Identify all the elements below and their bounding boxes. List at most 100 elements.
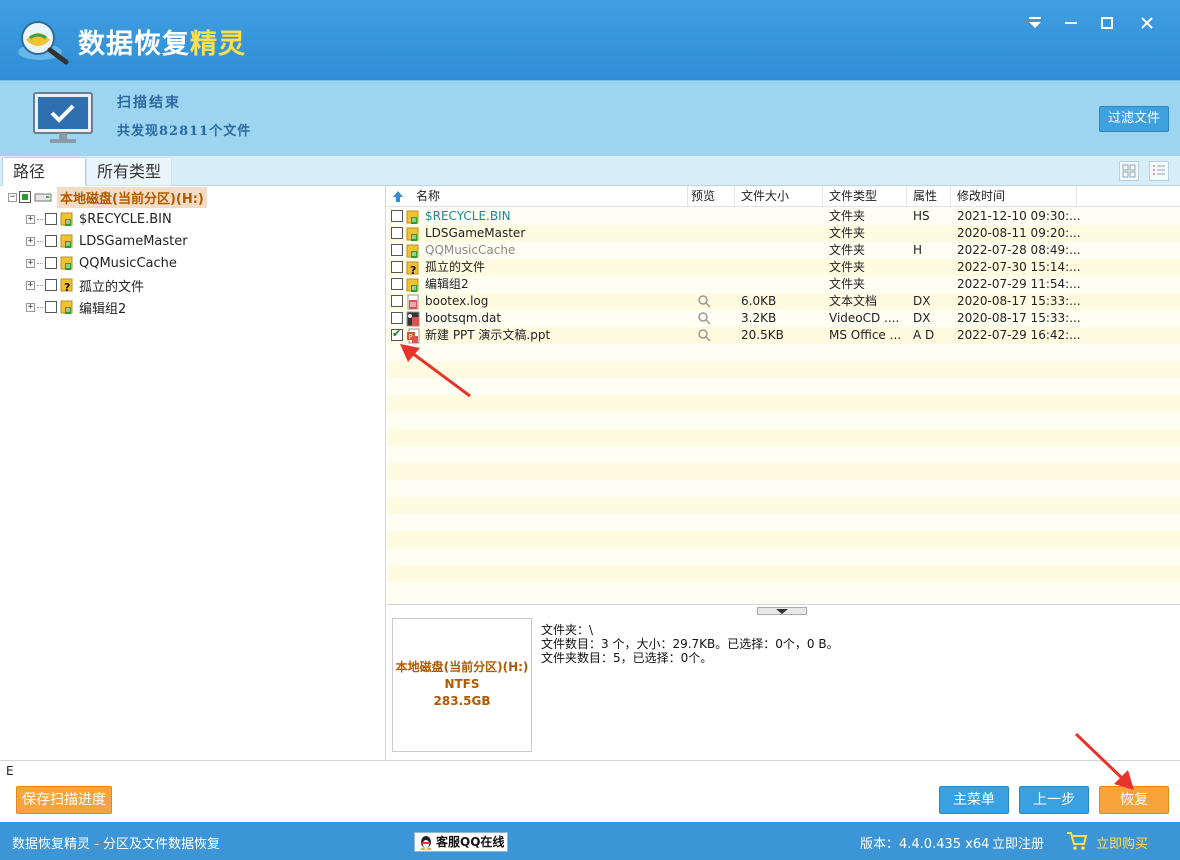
file-modified: 2022-07-29 11:54:... (957, 277, 1081, 291)
empty-row (387, 497, 1180, 514)
file-name: LDSGameMaster (425, 226, 526, 240)
table-row[interactable]: bootsqm.dat 3.2KB VideoCD .... DX 2020-08-17… (387, 310, 1180, 327)
column-preview[interactable]: 预览 (687, 186, 735, 207)
row-checkbox[interactable] (391, 327, 403, 341)
column-attributes[interactable]: 属性 (909, 186, 951, 207)
preview-search-icon[interactable] (697, 294, 711, 308)
file-type: 文件夹 (829, 277, 866, 291)
file-modified: 2022-07-30 15:14:... (957, 260, 1081, 274)
tree-checkbox[interactable] (45, 257, 57, 269)
folder-path: 文件夹：\ (541, 623, 594, 637)
recycle-folder-icon (60, 255, 74, 271)
tree-root[interactable]: − 本地磁盘(当前分区)(H:) (8, 186, 207, 208)
deleted-file-icon (406, 294, 420, 310)
tree-item[interactable]: + 编辑组2 (26, 296, 126, 318)
minimize-icon[interactable] (1060, 12, 1082, 34)
menu-icon[interactable] (1024, 12, 1046, 34)
table-row[interactable]: 编辑组2 文件夹 2022-07-29 11:54:... (387, 276, 1180, 293)
preview-search-icon[interactable] (697, 328, 711, 342)
tab-path[interactable]: 路径 (2, 157, 86, 186)
file-name: bootex.log (425, 294, 489, 308)
maximize-icon[interactable] (1096, 12, 1118, 34)
row-checkbox[interactable] (391, 261, 403, 273)
table-row[interactable]: ? 孤立的文件 文件夹 2022-07-30 15:14:... (387, 259, 1180, 277)
tree-checkbox[interactable] (45, 235, 57, 247)
footer-app-description: 数据恢复精灵 - 分区及文件数据恢复 (12, 837, 220, 852)
tree-checkbox[interactable] (45, 213, 57, 225)
tree-item-label: $RECYCLE.BIN (79, 211, 172, 227)
panel-splitter[interactable] (757, 607, 807, 615)
row-checkbox[interactable] (391, 278, 403, 290)
footer-bar: 数据恢复精灵 - 分区及文件数据恢复 客服QQ在线 版本：4.4.0.435 x… (0, 822, 1180, 860)
table-row[interactable]: LDSGameMaster 文件夹 2020-08-11 09:20:... (387, 225, 1180, 242)
folder-count: 文件夹数目：5，已选择：0个。 (541, 651, 713, 665)
column-name[interactable]: 名称 (412, 186, 688, 207)
video-file-icon (406, 311, 420, 327)
tab-bar: 路径 所有类型 (0, 156, 1180, 186)
file-type: 文件夹 (829, 226, 866, 240)
tree-checkbox[interactable] (45, 301, 57, 313)
table-row[interactable]: P 新建 PPT 演示文稿.ppt 20.5KB MS Office ... A D 20… (387, 327, 1180, 344)
row-checkbox[interactable] (391, 210, 403, 222)
main-menu-button[interactable]: 主菜单 (939, 786, 1009, 814)
scan-status-band: 扫描结束 共发现82811个文件 过滤文件 (0, 80, 1180, 156)
empty-row (387, 344, 1180, 361)
file-size: 6.0KB (741, 294, 777, 308)
empty-row (387, 446, 1180, 463)
collapse-icon[interactable]: − (8, 192, 17, 202)
register-link[interactable]: 立即注册 (992, 833, 1044, 852)
table-row[interactable]: bootex.log 6.0KB 文本文档 DX 2020-08-17 15:33:..… (387, 293, 1180, 310)
tree-checkbox[interactable] (45, 279, 57, 291)
file-attributes: HS (913, 209, 930, 223)
save-scan-progress-button[interactable]: 保存扫描进度 (16, 786, 112, 814)
empty-row (387, 582, 1180, 599)
up-arrow-icon[interactable] (392, 190, 404, 203)
expand-icon[interactable]: + (26, 302, 35, 312)
file-type: 文本文档 (829, 294, 878, 308)
expand-icon[interactable]: + (26, 214, 35, 224)
recycle-folder-icon (60, 299, 74, 315)
file-attributes: DX (913, 311, 931, 325)
filter-files-button[interactable]: 过滤文件 (1099, 106, 1169, 132)
preview-search-icon[interactable] (697, 311, 711, 325)
file-size: 20.5KB (741, 328, 784, 342)
tree-item[interactable]: +? 孤立的文件 (26, 274, 144, 296)
file-type: 文件夹 (829, 209, 866, 223)
tree-item-label: 孤立的文件 (79, 279, 145, 295)
unknown-folder-icon: ? (406, 260, 420, 277)
tree-item-label: QQMusicCache (79, 255, 177, 271)
row-checkbox[interactable] (391, 244, 403, 256)
disk-size: 283.5GB (433, 694, 491, 708)
previous-step-button[interactable]: 上一步 (1019, 786, 1089, 814)
grid-view-icon[interactable] (1119, 161, 1139, 181)
shopping-cart-icon[interactable] (1066, 831, 1088, 851)
tree-checkbox[interactable] (19, 191, 31, 203)
qq-support-button[interactable]: 客服QQ在线 (414, 832, 508, 852)
file-name: bootsqm.dat (425, 311, 502, 325)
table-row[interactable]: QQMusicCache 文件夹 H 2022-07-28 08:49:... (387, 242, 1180, 259)
buy-now-link[interactable]: 立即购买 (1096, 833, 1148, 852)
tree-item[interactable]: + LDSGameMaster (26, 230, 188, 252)
row-checkbox[interactable] (391, 312, 403, 324)
recover-button[interactable]: 恢复 (1099, 786, 1169, 814)
table-row[interactable]: $RECYCLE.BIN 文件夹 HS 2021-12-10 09:30:... (387, 208, 1180, 225)
column-type[interactable]: 文件类型 (825, 186, 907, 207)
tree-connector (37, 262, 43, 264)
empty-row (387, 361, 1180, 378)
tree-item[interactable]: + QQMusicCache (26, 252, 177, 274)
empty-row (387, 378, 1180, 395)
row-checkbox[interactable] (391, 227, 403, 239)
tab-all-types[interactable]: 所有类型 (86, 157, 172, 186)
tree-item[interactable]: + $RECYCLE.BIN (26, 208, 172, 230)
qq-support-label: 客服QQ在线 (436, 835, 505, 849)
row-checkbox[interactable] (391, 295, 403, 307)
expand-icon[interactable]: + (26, 258, 35, 268)
column-modified[interactable]: 修改时间 (953, 186, 1077, 207)
file-name: 新建 PPT 演示文稿.ppt (425, 328, 551, 342)
list-view-icon[interactable] (1149, 161, 1169, 181)
close-icon[interactable] (1136, 12, 1158, 34)
expand-icon[interactable]: + (26, 280, 35, 290)
expand-icon[interactable]: + (26, 236, 35, 246)
file-name: QQMusicCache (425, 243, 516, 257)
column-size[interactable]: 文件大小 (737, 186, 823, 207)
